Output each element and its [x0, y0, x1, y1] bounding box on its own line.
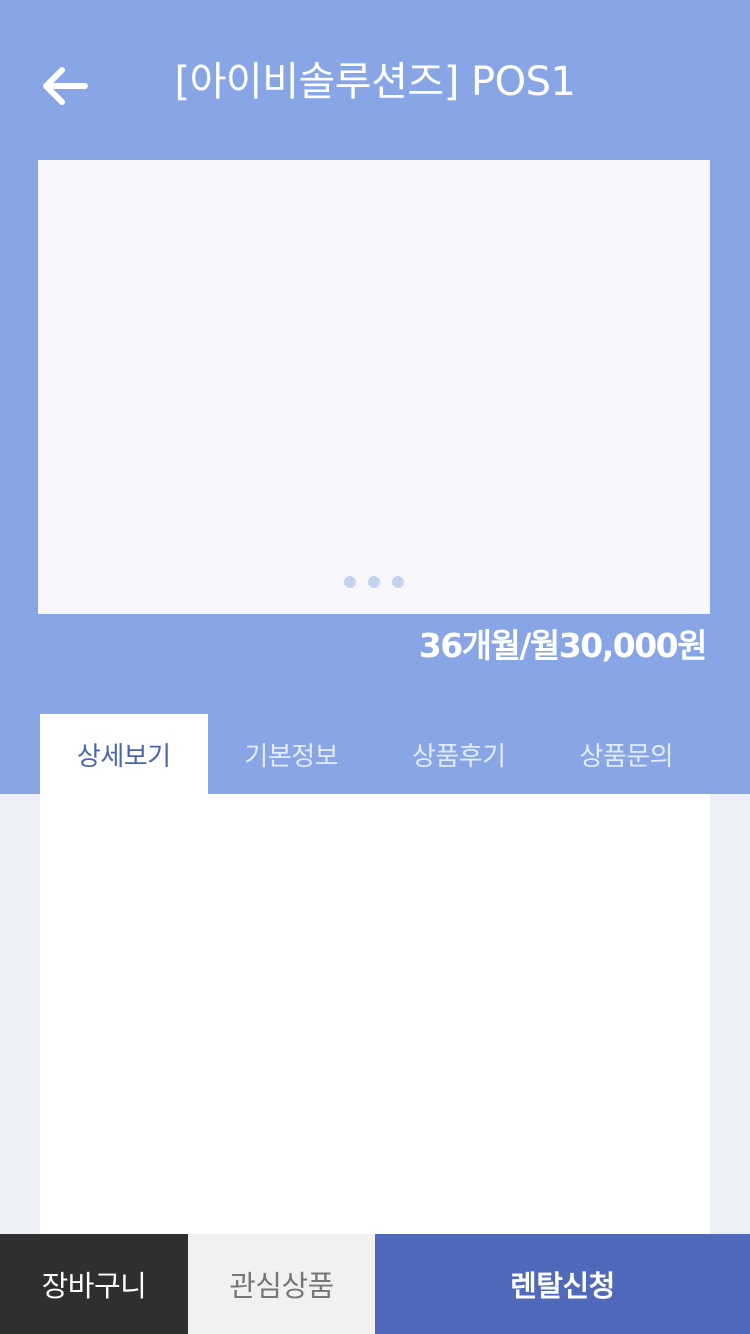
tab-basic-info[interactable]: 기본정보: [208, 714, 376, 794]
product-tabs: 상세보기 기본정보 상품후기 상품문의: [40, 714, 710, 794]
product-image-carousel[interactable]: [38, 160, 710, 614]
wishlist-button[interactable]: 관심상품: [188, 1234, 375, 1334]
rent-request-button[interactable]: 렌탈신청: [375, 1234, 750, 1334]
page-title: [아이비솔루션즈] POS1: [174, 59, 576, 105]
rental-price: 36개월/월30,000원: [418, 626, 708, 665]
bottom-action-bar: 장바구니 관심상품 렌탈신청: [0, 1234, 750, 1334]
tab-detail[interactable]: 상세보기: [40, 714, 208, 794]
tab-inquiry[interactable]: 상품문의: [543, 714, 711, 794]
cart-button[interactable]: 장바구니: [0, 1234, 188, 1334]
tab-content-panel: [40, 794, 710, 1234]
carousel-dot[interactable]: [368, 576, 380, 588]
carousel-dot[interactable]: [392, 576, 404, 588]
carousel-indicator: [38, 576, 710, 588]
carousel-dot[interactable]: [344, 576, 356, 588]
tab-reviews[interactable]: 상품후기: [375, 714, 543, 794]
